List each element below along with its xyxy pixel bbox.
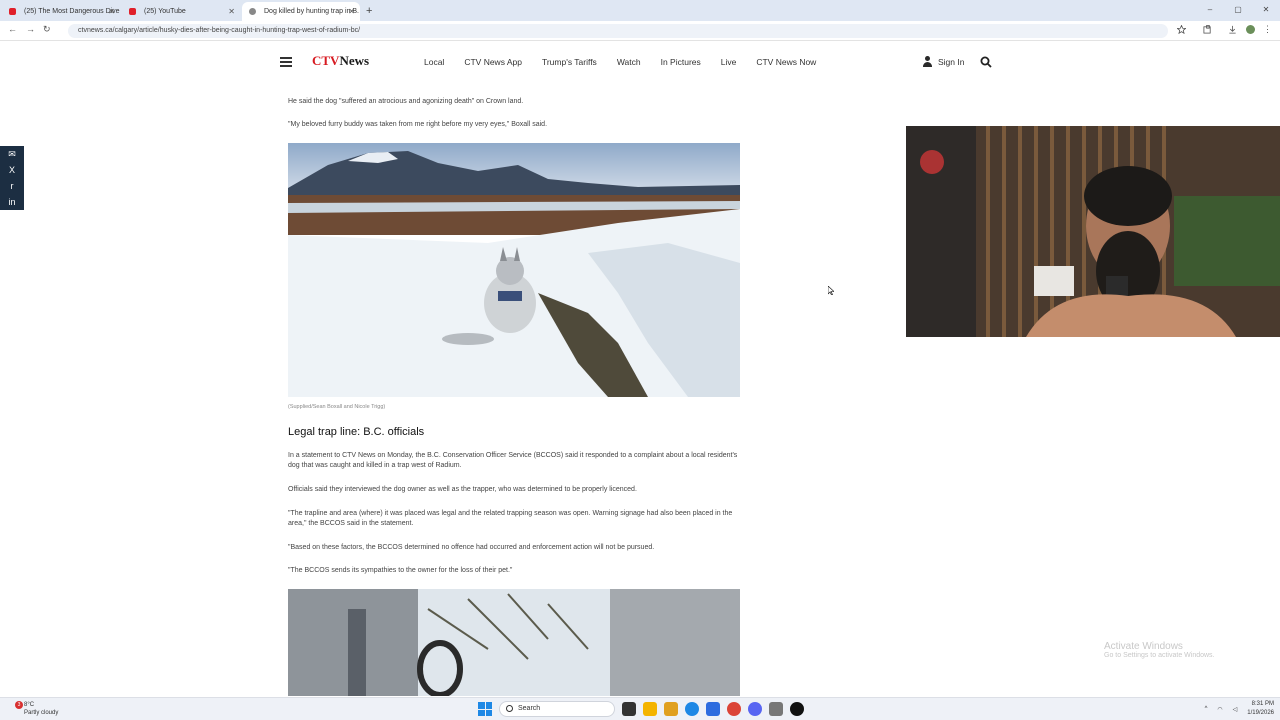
- file-explorer-icon[interactable]: [643, 702, 657, 716]
- address-bar-row: ← → ↻ ctvnews.ca/calgary/article/husky-d…: [0, 21, 1280, 41]
- trap-photo: [288, 589, 740, 696]
- mouse-cursor-icon: [828, 286, 834, 295]
- nav-local[interactable]: Local: [424, 57, 444, 67]
- nav-trumps-tariffs[interactable]: Trump's Tariffs: [542, 57, 597, 67]
- hamburger-menu-icon[interactable]: [280, 57, 292, 67]
- tab-title: (25) The Most Dangerous Dive: [24, 8, 120, 15]
- wifi-icon[interactable]: ◠: [1217, 706, 1222, 713]
- article-paragraph: "The trapline and area (where) it was pl…: [288, 510, 733, 527]
- logo-ctv-text: CTV: [312, 53, 340, 68]
- minimize-button[interactable]: –: [1196, 0, 1224, 20]
- close-tab-icon[interactable]: ✕: [228, 2, 235, 21]
- windows-taskbar: 3 8°C Partly cloudy Search ^ ◠ ◁ 8:31 PM…: [0, 697, 1280, 720]
- watermark-line-1: Activate Windows: [1104, 641, 1183, 652]
- sign-in-button[interactable]: Sign In: [922, 56, 964, 67]
- back-icon[interactable]: ←: [8, 24, 17, 34]
- ctv-favicon-icon: [249, 8, 256, 15]
- new-tab-button[interactable]: +: [366, 2, 372, 21]
- url-field[interactable]: ctvnews.ca/calgary/article/husky-dies-af…: [68, 24, 1168, 38]
- logo-news-text: News: [339, 53, 370, 68]
- close-tab-icon[interactable]: ✕: [348, 2, 355, 21]
- search-icon[interactable]: [980, 56, 992, 68]
- browser-tab[interactable]: (25) YouTube ✕: [122, 2, 240, 21]
- forward-icon[interactable]: →: [26, 24, 35, 34]
- watermark-line-2: Go to Settings to activate Windows.: [1104, 652, 1215, 659]
- weather-desc: Partly cloudy: [24, 710, 59, 716]
- settings-gear-icon[interactable]: [769, 702, 783, 716]
- activate-windows-watermark: Activate Windows Go to Settings to activ…: [1104, 641, 1215, 659]
- site-header: CTVNews Local CTV News App Trump's Tarif…: [0, 42, 1280, 84]
- clock[interactable]: 8:31 PM 1/19/2026: [1247, 700, 1274, 718]
- download-icon[interactable]: [1228, 25, 1237, 34]
- window-controls: – ▢ ✕: [1196, 0, 1280, 20]
- notification-badge: 3: [15, 701, 23, 709]
- tab-title: (25) YouTube: [144, 8, 186, 15]
- webcam-overlay: [906, 126, 1280, 337]
- task-view-icon[interactable]: [622, 702, 636, 716]
- share-rail: ✉ X r in: [0, 146, 24, 210]
- clock-date: 1/19/2026: [1247, 710, 1274, 716]
- browser-tab-active[interactable]: Dog killed by hunting trap in B. ✕: [242, 2, 360, 21]
- tray-chevron-icon[interactable]: ^: [1205, 706, 1208, 712]
- tab-title: Dog killed by hunting trap in B.: [264, 8, 359, 15]
- volume-icon[interactable]: ◁: [1233, 706, 1238, 713]
- nav-in-pictures[interactable]: In Pictures: [661, 57, 701, 67]
- taskbar-apps: Search: [478, 701, 804, 717]
- system-tray: ^ ◠ ◁ 8:31 PM 1/19/2026: [1205, 700, 1274, 718]
- youtube-favicon-icon: [129, 8, 136, 15]
- close-window-button[interactable]: ✕: [1252, 0, 1280, 20]
- extensions-icon[interactable]: [1203, 25, 1212, 34]
- sign-in-label: Sign In: [938, 56, 965, 67]
- main-nav: Local CTV News App Trump's Tariffs Watch…: [424, 57, 816, 67]
- youtube-favicon-icon: [9, 8, 16, 15]
- windows-start-icon[interactable]: [478, 702, 492, 716]
- nav-live[interactable]: Live: [721, 57, 737, 67]
- taskbar-search-input[interactable]: Search: [499, 701, 615, 717]
- email-share-icon[interactable]: ✉: [0, 146, 24, 162]
- article-paragraph: He said the dog "suffered an atrocious a…: [288, 98, 524, 105]
- maximize-button[interactable]: ▢: [1224, 0, 1252, 20]
- close-tab-icon[interactable]: ✕: [108, 2, 115, 21]
- weather-temp: 8°C: [24, 702, 35, 708]
- bookmark-star-icon[interactable]: [1177, 25, 1186, 34]
- photo-caption: (Supplied/Sean Boxall and Nicole Trigg): [288, 404, 386, 410]
- ctv-news-logo[interactable]: CTVNews: [312, 53, 369, 69]
- user-icon: [922, 56, 933, 67]
- x-share-icon[interactable]: X: [0, 162, 24, 178]
- reddit-share-icon[interactable]: r: [0, 178, 24, 194]
- linkedin-share-icon[interactable]: in: [0, 194, 24, 210]
- browser-tab[interactable]: (25) The Most Dangerous Dive ✕: [2, 2, 120, 21]
- article-paragraph: "Based on these factors, the BCCOS deter…: [288, 544, 655, 551]
- weather-widget[interactable]: 3 8°C Partly cloudy: [6, 701, 58, 717]
- clock-time: 8:31 PM: [1251, 701, 1274, 707]
- store-icon[interactable]: [706, 702, 720, 716]
- article-paragraph: Officials said they interviewed the dog …: [288, 486, 637, 493]
- edge-browser-icon[interactable]: [685, 702, 699, 716]
- profile-avatar[interactable]: [1246, 25, 1255, 34]
- discord-icon[interactable]: [748, 702, 762, 716]
- nav-watch[interactable]: Watch: [617, 57, 641, 67]
- article-paragraph: In a statement to CTV News on Monday, th…: [288, 452, 738, 469]
- browser-menu-icon[interactable]: ⋮: [1263, 24, 1272, 35]
- reload-icon[interactable]: ↻: [43, 24, 51, 35]
- folder-icon[interactable]: [664, 702, 678, 716]
- husky-in-snow-photo: [288, 143, 740, 397]
- browser-tab-bar: (25) The Most Dangerous Dive ✕ (25) YouT…: [0, 0, 1280, 21]
- nav-ctv-news-app[interactable]: CTV News App: [464, 57, 522, 67]
- article-paragraph: "The BCCOS sends its sympathies to the o…: [288, 567, 513, 574]
- section-heading: Legal trap line: B.C. officials: [288, 426, 425, 438]
- nav-ctv-news-now[interactable]: CTV News Now: [756, 57, 816, 67]
- article-paragraph: "My beloved furry buddy was taken from m…: [288, 121, 548, 128]
- chrome-browser-icon[interactable]: [727, 702, 741, 716]
- obs-icon[interactable]: [790, 702, 804, 716]
